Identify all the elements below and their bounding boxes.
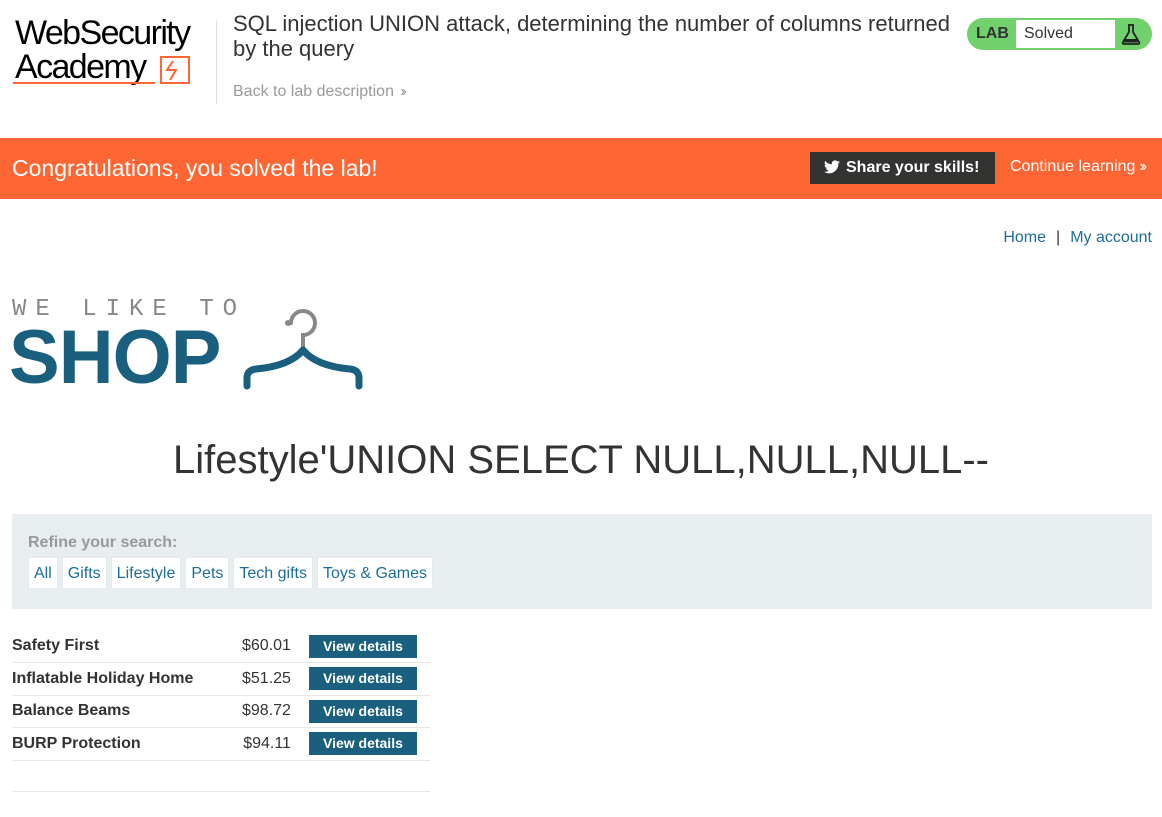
- web-security-academy-logo[interactable]: WebSecurity Academy: [13, 14, 213, 90]
- shop-logo-word: SHOP: [9, 315, 221, 400]
- product-price: $98.72: [242, 702, 291, 720]
- product-name: Balance Beams: [12, 702, 131, 720]
- lab-status-value: Solved: [1016, 20, 1115, 48]
- table-bottom-divider: [12, 791, 430, 792]
- lab-tag: LAB: [976, 25, 1009, 42]
- table-row: Inflatable Holiday Home $51.25 View deta…: [12, 663, 430, 695]
- product-name: BURP Protection: [12, 734, 141, 752]
- product-price: $51.25: [242, 669, 291, 687]
- product-table: Safety First $60.01 View details Inflata…: [12, 630, 430, 761]
- table-row: Balance Beams $98.72 View details: [12, 695, 430, 728]
- congratulations-banner: Congratulations, you solved the lab! Sha…: [0, 138, 1162, 199]
- my-account-link[interactable]: My account: [1070, 229, 1152, 246]
- view-details-button[interactable]: View details: [308, 634, 417, 658]
- filter-tech-gifts[interactable]: Tech gifts: [233, 557, 313, 589]
- logo-swoosh-icon: [13, 56, 190, 84]
- site-nav: Home | My account: [1003, 229, 1152, 247]
- lab-title: SQL injection UNION attack, determining …: [233, 11, 950, 61]
- back-to-lab-description-link[interactable]: Back to lab description ››: [233, 83, 407, 101]
- nav-separator: |: [1056, 229, 1061, 246]
- flask-icon: [1118, 21, 1144, 47]
- product-price: $60.01: [242, 637, 291, 654]
- filter-all[interactable]: All: [28, 557, 58, 589]
- shop-logo: WE LIKE TO SHOP: [9, 296, 372, 400]
- academy-header: WebSecurity Academy SQL injection UNION …: [0, 0, 1162, 138]
- view-details-button[interactable]: View details: [308, 667, 417, 691]
- filter-toys-games[interactable]: Toys & Games: [316, 557, 434, 589]
- header-divider: [216, 20, 217, 104]
- home-link[interactable]: Home: [1003, 229, 1046, 246]
- share-skills-button[interactable]: Share your skills!: [810, 152, 995, 184]
- filter-panel: Refine your search: All Gifts Lifestyle …: [12, 514, 1152, 609]
- refine-search-label: Refine your search:: [28, 534, 178, 551]
- page-heading: Lifestyle'UNION SELECT NULL,NULL,NULL--: [172, 438, 990, 482]
- double-chevron-right-icon: ››: [1139, 158, 1146, 175]
- filter-lifestyle[interactable]: Lifestyle: [110, 557, 182, 589]
- hanger-icon: [243, 309, 363, 390]
- filter-pets[interactable]: Pets: [185, 557, 230, 589]
- view-details-button[interactable]: View details: [308, 699, 417, 723]
- filter-gifts[interactable]: Gifts: [61, 557, 107, 589]
- back-link-label: Back to lab description: [233, 83, 394, 100]
- view-details-button[interactable]: View details: [308, 732, 417, 756]
- continue-learning-link[interactable]: Continue learning ››: [1010, 158, 1147, 176]
- product-name: Safety First: [12, 637, 100, 654]
- product-name: Inflatable Holiday Home: [12, 669, 194, 687]
- continue-label: Continue learning: [1010, 158, 1136, 175]
- double-chevron-right-icon: ››: [399, 83, 407, 100]
- share-label: Share your skills!: [846, 159, 980, 176]
- table-row: BURP Protection $94.11 View details: [12, 728, 430, 760]
- logo-line-1: WebSecurity: [15, 14, 191, 52]
- product-price: $94.11: [243, 734, 291, 752]
- banner-message: Congratulations, you solved the lab!: [12, 155, 378, 181]
- table-row: Safety First $60.01 View details: [12, 630, 430, 663]
- twitter-icon: [824, 160, 840, 174]
- lab-status-widget: LAB Solved: [967, 18, 1152, 50]
- category-filters: All Gifts Lifestyle Pets Tech gifts Toys…: [28, 557, 434, 589]
